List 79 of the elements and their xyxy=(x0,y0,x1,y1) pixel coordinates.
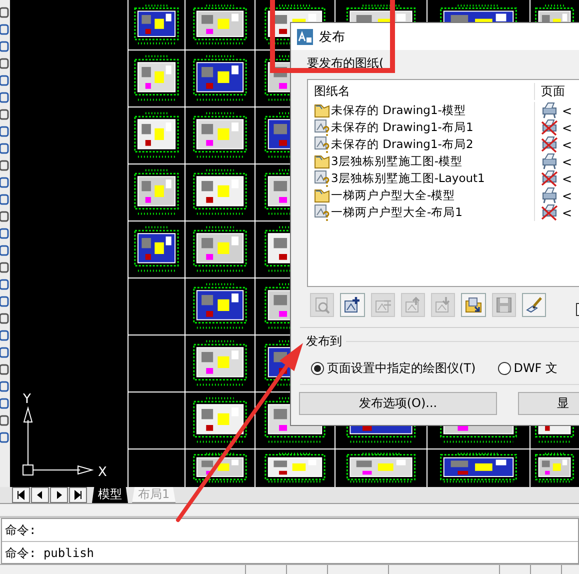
group-label: 发布到 xyxy=(306,333,342,350)
next-icon xyxy=(54,490,64,500)
ucs-axis-icon xyxy=(22,406,94,476)
sheet-name[interactable]: 未保存的 Drawing1-布局1 xyxy=(331,120,474,135)
tab-nav-button[interactable] xyxy=(69,487,87,503)
move-up-icon xyxy=(404,296,422,314)
floor-plan-drawing xyxy=(134,4,179,44)
previous-icon xyxy=(35,490,45,500)
axis-label: X xyxy=(98,465,107,480)
brush-icon xyxy=(525,296,544,314)
publish-options-button[interactable]: 发布选项(O)... xyxy=(299,392,497,415)
section-label: 要发布的图纸( xyxy=(307,55,384,72)
floor-plan-drawing xyxy=(193,112,247,158)
last-page-icon xyxy=(73,490,83,500)
folder-icon xyxy=(464,296,483,314)
crossed-plotter-icon xyxy=(541,119,558,136)
radio-button[interactable] xyxy=(498,362,511,374)
crossed-plotter-icon xyxy=(541,136,558,153)
axis-label: Y xyxy=(23,392,31,407)
plotter-icon xyxy=(541,187,558,204)
floor-plan-drawing xyxy=(193,55,247,101)
floor-plan-drawing xyxy=(134,55,179,101)
plotter-icon xyxy=(541,153,558,170)
sheet-icon xyxy=(314,187,330,204)
sheet-name[interactable]: 未保存的 Drawing1-模型 xyxy=(331,103,466,118)
toolbar-button[interactable] xyxy=(522,293,546,317)
layout-tab[interactable]: 模型 xyxy=(92,487,128,503)
sheet-name[interactable]: 一梯两户户型大全-布局1 xyxy=(331,205,462,220)
tab-nav-button[interactable] xyxy=(31,487,49,503)
display-button[interactable]: 显 xyxy=(518,392,579,415)
sheet-question-icon xyxy=(314,119,330,136)
page-setup-value[interactable]: < xyxy=(562,104,572,118)
tab-nav-button[interactable] xyxy=(50,487,68,503)
column-header[interactable]: 图纸名 xyxy=(308,82,534,100)
floor-plan-drawing xyxy=(134,226,179,272)
crossed-plotter-icon xyxy=(541,170,558,187)
radio-label[interactable]: 页面设置中指定的绘图仪(T) xyxy=(327,360,476,376)
toolbar-button[interactable] xyxy=(340,293,365,317)
floor-plan-drawing xyxy=(193,226,247,272)
floor-plan-drawing xyxy=(193,4,247,44)
page-setup-value[interactable]: < xyxy=(562,120,572,134)
dialog-title: 发布 xyxy=(319,28,345,46)
command-line: 命令: xyxy=(4,522,38,539)
sheet-question-icon xyxy=(314,136,330,153)
floor-plan-drawing xyxy=(193,452,247,483)
sheet-name[interactable]: 3层独栋别墅施工图-模型 xyxy=(331,154,462,169)
floor-plan-drawing xyxy=(535,452,574,483)
sheet-question-icon xyxy=(314,170,330,187)
sheet-name[interactable]: 一梯两户户型大全-模型 xyxy=(331,188,456,203)
app-icon xyxy=(297,28,313,44)
toolbar-button[interactable] xyxy=(461,293,486,317)
crossed-plotter-icon xyxy=(541,204,558,221)
sheet-question-icon xyxy=(314,204,330,221)
floor-plan-drawing xyxy=(193,283,247,329)
page-setup-value[interactable]: < xyxy=(562,138,572,152)
first-page-icon xyxy=(16,490,26,500)
sheet-icon xyxy=(314,153,330,170)
page-setup-value[interactable]: < xyxy=(562,206,572,220)
floor-plan-drawing xyxy=(346,452,416,483)
move-down-icon xyxy=(434,296,452,314)
plotter-icon xyxy=(541,102,558,119)
floor-plan-drawing xyxy=(193,340,247,386)
page-setup-value[interactable]: < xyxy=(562,172,572,186)
page-setup-value[interactable]: < xyxy=(562,154,572,168)
radio-button[interactable] xyxy=(311,362,324,374)
floor-plan-drawing xyxy=(193,169,247,215)
sheet-name[interactable]: 3层独栋别墅施工图-Layout1 xyxy=(331,171,485,186)
add-sheet-icon xyxy=(343,296,362,314)
sheet-name[interactable]: 未保存的 Drawing1-布局2 xyxy=(331,137,474,152)
magnifier-icon xyxy=(313,296,332,314)
column-header[interactable]: 页面 xyxy=(534,82,565,100)
radio-label[interactable]: DWF 文 xyxy=(514,360,558,376)
floor-plan-drawing xyxy=(193,397,247,443)
floor-plan-drawing xyxy=(134,169,179,215)
page-setup-value[interactable]: < xyxy=(562,188,572,202)
sheet-icon xyxy=(314,102,330,119)
floor-plan-drawing xyxy=(134,112,179,158)
floor-plan-drawing xyxy=(264,452,326,483)
tab-nav-button[interactable] xyxy=(12,487,30,503)
